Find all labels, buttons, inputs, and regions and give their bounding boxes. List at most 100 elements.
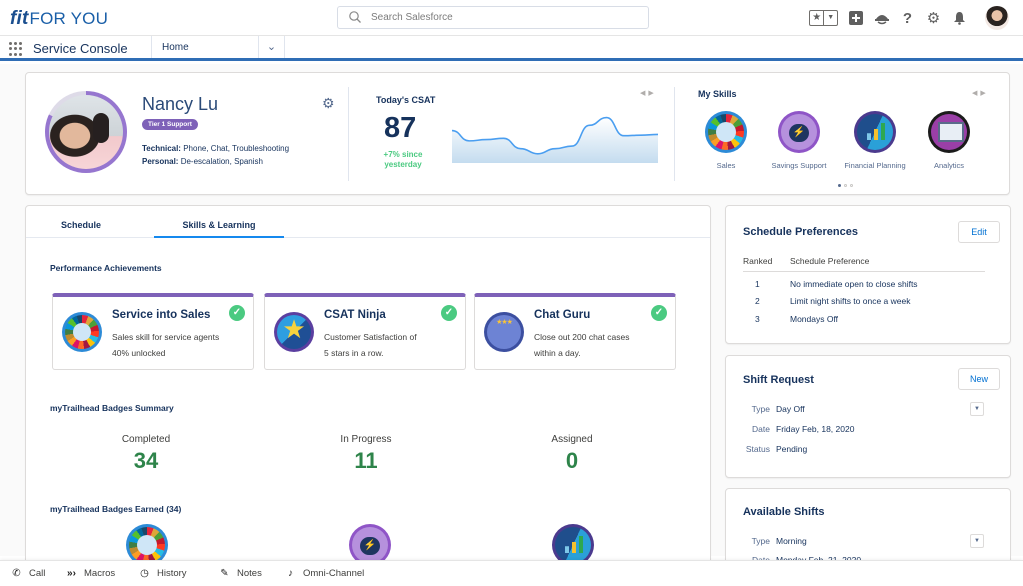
utility-bar: ✆ Call »› Macros ◷ History ✎ Notes ♪ Omni-Cha… [0, 560, 1023, 586]
stat-in-progress: In Progress 11 [296, 434, 436, 474]
skills-pager: ◀▶ [972, 89, 989, 97]
earned-sales-badge-icon[interactable] [126, 524, 168, 564]
user-avatar[interactable] [985, 6, 1009, 30]
headset-badge-icon [484, 312, 524, 352]
achievement-line: Customer Satisfaction of [324, 332, 417, 342]
divider [674, 87, 675, 181]
stat-label: Assigned [551, 434, 593, 445]
nav-tab-home[interactable]: Home [151, 36, 259, 58]
skill-financial-planning[interactable]: Financial Planning [835, 111, 915, 170]
logo-bold: fit [10, 8, 29, 29]
row-actions-dropdown-icon[interactable]: ▼ [970, 402, 984, 416]
technical-value: Phone, Chat, Troubleshooting [183, 144, 290, 153]
field-date: Date Friday Feb, 18, 2020 [743, 424, 854, 434]
favorites-button[interactable]: ★ ▼ [809, 10, 838, 26]
stat-label: In Progress [340, 434, 392, 445]
global-search-input[interactable]: Search Salesforce [337, 6, 649, 29]
skill-sales[interactable]: Sales [686, 111, 766, 170]
earned-financial-badge-icon[interactable] [552, 524, 594, 564]
new-button[interactable]: New [958, 368, 1000, 390]
pref-text: Limit night shifts to once a week [790, 296, 911, 306]
csat-delta: +7% since yesterday [383, 150, 423, 169]
my-skills-title: My Skills [698, 89, 737, 99]
stat-value: 0 [565, 448, 579, 473]
logo-text: FOR YOU [29, 9, 109, 28]
achievement-line: Sales skill for service agents [112, 332, 220, 342]
agent-name: Nancy Lu [142, 94, 219, 114]
sales-badge-icon [705, 111, 747, 153]
achievement-card[interactable]: Chat Guru Close out 200 chat cases within… [474, 293, 676, 370]
tab-schedule[interactable]: Schedule [46, 206, 116, 238]
favorites-star-icon[interactable]: ★ [810, 11, 823, 25]
achievement-card[interactable]: Service into Sales Sales skill for servi… [52, 293, 254, 370]
achievement-line: Close out 200 chat cases [534, 332, 630, 342]
notifications-bell-icon[interactable] [951, 10, 968, 27]
skills-next-icon[interactable]: ▶ [980, 90, 988, 97]
available-shifts-card: Available Shifts TypeMorning ▼ DateMonda… [725, 488, 1011, 568]
utility-label: History [157, 568, 187, 579]
setup-gear-icon[interactable]: ⚙ [925, 10, 942, 27]
profile-settings-gear-icon[interactable]: ⚙ [322, 96, 336, 110]
history-clock-icon: ◷ [140, 568, 149, 579]
achievement-line: 5 stars in a row. [324, 348, 384, 358]
app-name: Service Console [33, 41, 128, 56]
utility-macros[interactable]: »› Macros [66, 568, 115, 579]
achievement-title: Chat Guru [534, 309, 591, 321]
field-value: Morning [776, 536, 807, 546]
stat-assigned: Assigned 0 [502, 434, 642, 474]
tab-skills-learning[interactable]: Skills & Learning [154, 206, 284, 238]
field-value: Pending [776, 444, 808, 454]
utility-call[interactable]: ✆ Call [11, 568, 45, 579]
macros-icon: »› [67, 568, 76, 579]
column-header-ranked: Ranked [743, 256, 773, 266]
utility-history[interactable]: ◷ History [139, 568, 187, 579]
achievement-title: Service into Sales [112, 309, 211, 321]
nav-tab-label: Home [162, 42, 189, 53]
help-icon[interactable]: ? [899, 10, 916, 27]
badges-summary-title: myTrailhead Badges Summary [50, 403, 174, 413]
page-dot[interactable] [838, 184, 841, 187]
performance-title: Performance Achievements [50, 263, 162, 273]
global-header: fitFOR YOU Search Salesforce ★ ▼ ? ⚙ [0, 0, 1023, 36]
achievement-card[interactable]: CSAT Ninja Customer Satisfaction of 5 st… [264, 293, 466, 370]
phone-icon: ✆ [12, 568, 21, 579]
page-dot[interactable] [844, 184, 847, 187]
global-add-icon[interactable] [847, 10, 864, 27]
technical-skills: Technical: Phone, Chat, Troubleshooting [142, 144, 289, 153]
skill-label: Sales [716, 161, 736, 170]
achievement-description: Close out 200 chat cases within a day. [534, 329, 674, 361]
skill-savings-support[interactable]: Savings Support [759, 111, 839, 170]
achievement-line: within a day. [534, 348, 581, 358]
completed-check-icon: ✓ [229, 305, 245, 321]
utility-label: Macros [84, 568, 116, 579]
edit-button[interactable]: Edit [958, 221, 1000, 243]
row-actions-dropdown-icon[interactable]: ▼ [970, 534, 984, 548]
technical-label: Technical: [142, 144, 181, 153]
csat-next-icon[interactable]: ▶ [648, 90, 656, 97]
skill-label: Savings Support [771, 161, 827, 170]
personal-label: Personal: [142, 157, 179, 166]
column-header-preference: Schedule Preference [790, 256, 870, 266]
star-badge-icon [274, 312, 314, 352]
app-logo[interactable]: fitFOR YOU [10, 8, 108, 30]
completed-check-icon: ✓ [651, 305, 667, 321]
field-label: Date [752, 424, 770, 434]
analytics-badge-icon [928, 111, 970, 153]
trailhead-icon[interactable] [873, 10, 890, 27]
savings-piggy-bank-badge-icon [778, 111, 820, 153]
csat-pager: ◀▶ [640, 89, 657, 97]
omni-channel-icon: ♪ [288, 568, 293, 579]
nav-menu-chevron-down-icon[interactable]: ⌄ [259, 36, 285, 58]
csat-value: 87 [384, 112, 417, 144]
field-label: Type [751, 404, 770, 414]
app-launcher-icon[interactable] [9, 42, 23, 56]
pref-rank: 3 [755, 314, 760, 324]
utility-omni-channel[interactable]: ♪ Omni-Channel [285, 568, 364, 579]
skill-analytics[interactable]: Analytics [909, 111, 989, 170]
utility-notes[interactable]: ✎ Notes [219, 568, 262, 579]
favorites-dropdown-icon[interactable]: ▼ [823, 11, 837, 25]
utility-label: Call [29, 568, 46, 579]
page-dot[interactable] [850, 184, 853, 187]
utility-label: Omni-Channel [303, 568, 365, 579]
earned-savings-badge-icon[interactable] [349, 524, 391, 564]
